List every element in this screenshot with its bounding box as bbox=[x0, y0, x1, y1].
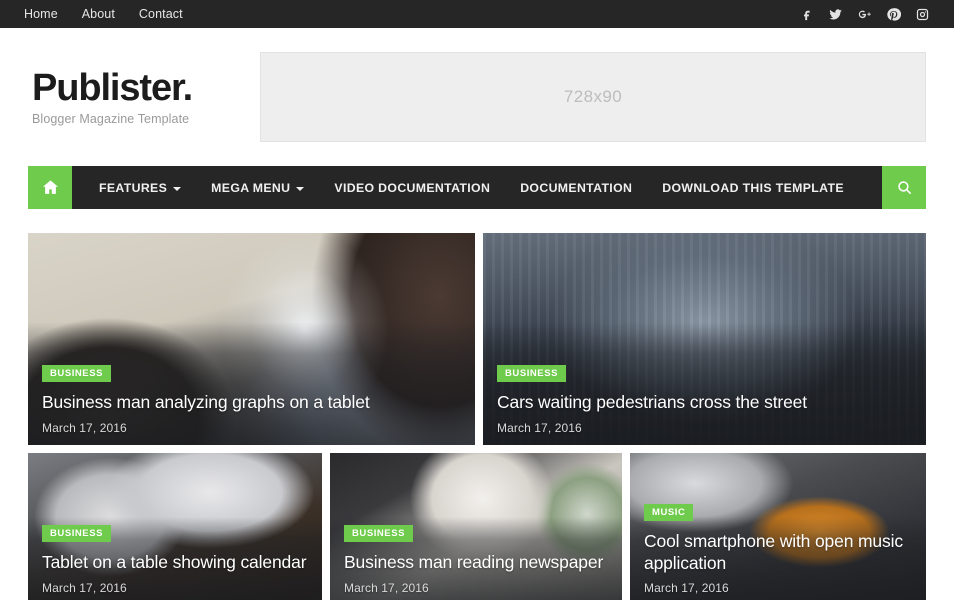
nav-item-label: DOCUMENTATION bbox=[520, 180, 633, 195]
post-title[interactable]: Tablet on a table showing calendar bbox=[42, 551, 308, 574]
chevron-down-icon bbox=[173, 186, 182, 191]
post-card[interactable]: BUSINESS Business man reading newspaper … bbox=[330, 453, 622, 600]
chevron-down-icon bbox=[296, 186, 305, 191]
nav-item-download-this-template[interactable]: DOWNLOAD THIS TEMPLATE bbox=[647, 166, 859, 209]
topbar-link-about[interactable]: About bbox=[70, 0, 127, 28]
post-title[interactable]: Cars waiting pedestrians cross the stree… bbox=[497, 391, 912, 414]
category-badge[interactable]: BUSINESS bbox=[42, 525, 111, 542]
post-card[interactable]: BUSINESS Cars waiting pedestrians cross … bbox=[483, 233, 926, 445]
post-card[interactable]: BUSINESS Business man analyzing graphs o… bbox=[28, 233, 475, 445]
post-meta: MUSIC Cool smartphone with open music ap… bbox=[644, 502, 912, 595]
category-badge[interactable]: MUSIC bbox=[644, 504, 694, 521]
post-title[interactable]: Cool smartphone with open music applicat… bbox=[644, 530, 912, 574]
category-badge[interactable]: BUSINESS bbox=[42, 365, 111, 382]
nav-item-mega-menu[interactable]: MEGA MENU bbox=[196, 166, 319, 209]
facebook-icon[interactable] bbox=[799, 7, 814, 22]
post-meta: BUSINESS Business man reading newspaper … bbox=[344, 523, 608, 595]
nav-item-features[interactable]: FEATURES bbox=[84, 166, 196, 209]
search-icon[interactable] bbox=[882, 166, 926, 209]
post-meta: BUSINESS Business man analyzing graphs o… bbox=[42, 363, 461, 435]
post-date: March 17, 2016 bbox=[344, 581, 429, 595]
main-nav-items: FEATURES MEGA MENU VIDEO DOCUMENTATION D… bbox=[72, 166, 882, 209]
ad-banner-placeholder: 728x90 bbox=[260, 52, 926, 142]
post-title[interactable]: Business man reading newspaper bbox=[344, 551, 608, 574]
brand-subtitle: Blogger Magazine Template bbox=[32, 112, 190, 126]
post-date: March 17, 2016 bbox=[644, 581, 729, 595]
brand-title: Publister. bbox=[32, 67, 193, 109]
post-date: March 17, 2016 bbox=[497, 421, 582, 435]
nav-item-label: DOWNLOAD THIS TEMPLATE bbox=[662, 180, 844, 195]
post-title[interactable]: Business man analyzing graphs on a table… bbox=[42, 391, 461, 414]
post-card[interactable]: BUSINESS Tablet on a table showing calen… bbox=[28, 453, 322, 600]
top-bar: Home About Contact bbox=[0, 0, 954, 28]
top-bar-nav: Home About Contact bbox=[16, 0, 195, 28]
social-links bbox=[799, 7, 938, 22]
ad-size-label: 728x90 bbox=[563, 87, 623, 106]
nav-item-label: VIDEO DOCUMENTATION bbox=[334, 180, 491, 195]
home-icon[interactable] bbox=[28, 166, 72, 209]
main-navigation: FEATURES MEGA MENU VIDEO DOCUMENTATION D… bbox=[28, 166, 926, 209]
category-badge[interactable]: BUSINESS bbox=[497, 365, 566, 382]
post-grid-row-1: BUSINESS Business man analyzing graphs o… bbox=[28, 233, 926, 445]
nav-item-label: FEATURES bbox=[99, 180, 168, 195]
post-meta: BUSINESS Tablet on a table showing calen… bbox=[42, 523, 308, 595]
post-date: March 17, 2016 bbox=[42, 581, 127, 595]
post-card[interactable]: MUSIC Cool smartphone with open music ap… bbox=[630, 453, 926, 600]
main-nav-wrapper: FEATURES MEGA MENU VIDEO DOCUMENTATION D… bbox=[0, 166, 954, 209]
featured-post-grid: BUSINESS Business man analyzing graphs o… bbox=[0, 209, 954, 600]
post-meta: BUSINESS Cars waiting pedestrians cross … bbox=[497, 363, 912, 435]
nav-item-label: MEGA MENU bbox=[211, 180, 291, 195]
site-header: Publister. Blogger Magazine Template 728… bbox=[0, 28, 954, 166]
nav-item-documentation[interactable]: DOCUMENTATION bbox=[505, 166, 647, 209]
twitter-icon[interactable] bbox=[828, 7, 843, 22]
post-date: March 17, 2016 bbox=[42, 421, 127, 435]
pinterest-icon[interactable] bbox=[886, 7, 901, 22]
nav-item-video-documentation[interactable]: VIDEO DOCUMENTATION bbox=[319, 166, 505, 209]
topbar-link-home[interactable]: Home bbox=[16, 0, 70, 28]
topbar-link-contact[interactable]: Contact bbox=[127, 0, 195, 28]
google-plus-icon[interactable] bbox=[857, 7, 872, 22]
category-badge[interactable]: BUSINESS bbox=[344, 525, 413, 542]
instagram-icon[interactable] bbox=[915, 7, 930, 22]
post-grid-row-2: BUSINESS Tablet on a table showing calen… bbox=[28, 453, 926, 600]
site-logo[interactable]: Publister. Blogger Magazine Template bbox=[28, 68, 240, 126]
